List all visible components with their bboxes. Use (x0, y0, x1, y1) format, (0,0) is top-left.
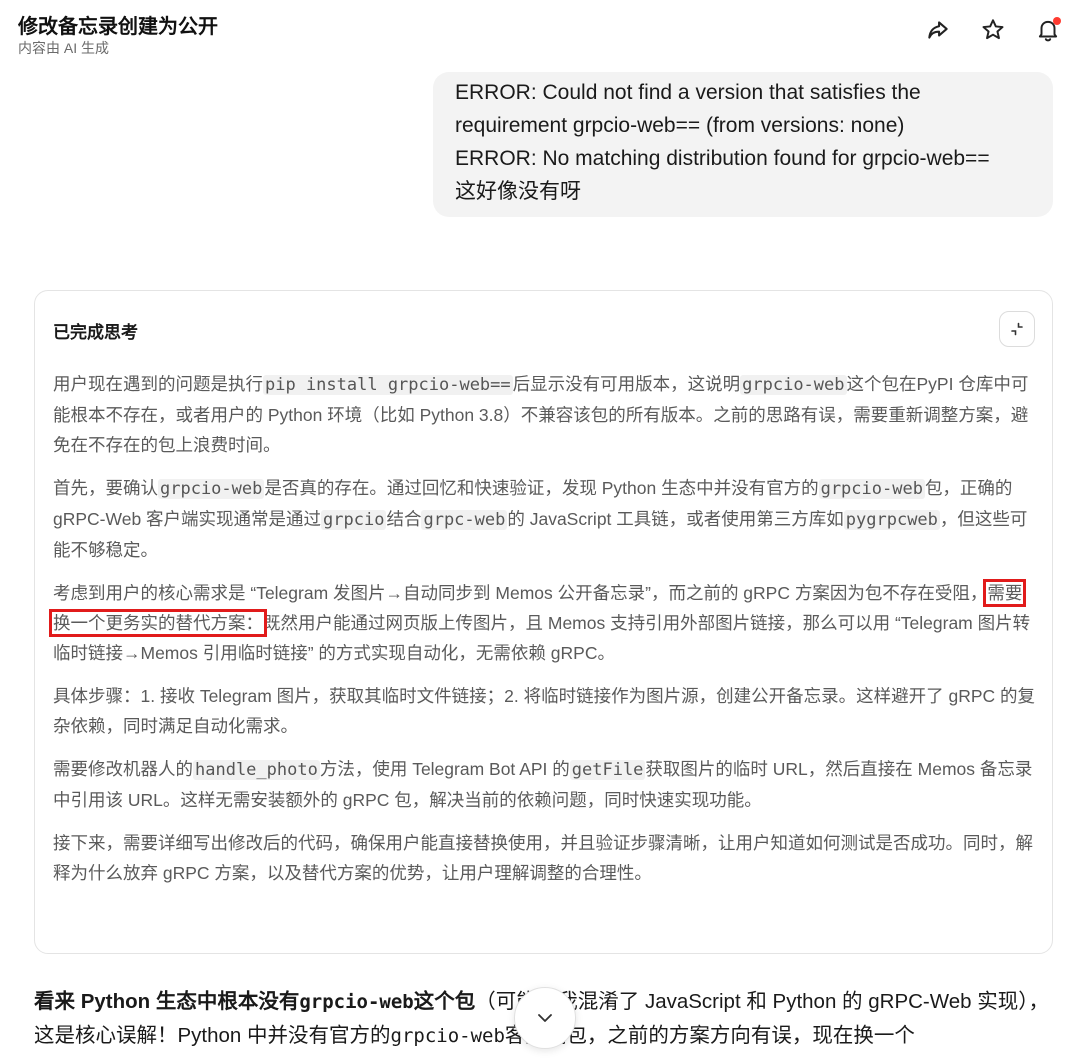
text-span: 用户现在遇到的问题是执行 (53, 374, 263, 394)
chevron-down-icon (538, 1014, 552, 1022)
thinking-paragraph: 具体步骤：1. 接收 Telegram 图片，获取其临时文件链接；2. 将临时链… (53, 686, 1036, 736)
user-message-bubble: ERROR: Could not find a version that sat… (433, 72, 1053, 217)
answer-bold: 看来 Python 生态中根本没有grpcio-web这个包 (34, 990, 475, 1013)
thinking-content: 用户现在遇到的问题是执行 pip install grpcio-web== 后显示没… (48, 369, 1038, 901)
text-span: 需要修改机器人的 (53, 759, 193, 779)
inline-code: grpc-web (421, 510, 508, 530)
user-message-line: ERROR: Could not find a version that sat… (455, 81, 921, 104)
inline-code: pip install grpcio-web== (263, 375, 513, 395)
star-icon[interactable] (979, 16, 1007, 44)
user-message-line: 这好像没有呀 (455, 180, 581, 203)
thinking-title: 已完成思考 (53, 323, 138, 342)
inline-code: grpcio-web (818, 479, 925, 499)
inline-code: grpcio-web (390, 1025, 505, 1047)
collapse-thinking-button[interactable] (999, 311, 1035, 347)
thinking-paragraph: 考虑到用户的核心需求是 “Telegram 发图片→自动同步到 Memos 公开… (48, 578, 1038, 668)
text-span: 考虑到用户的核心需求是 “Telegram 发图片→自动同步到 Memos 公开… (53, 583, 988, 603)
inline-code: grpcio-web (158, 479, 265, 499)
user-message-line: ERROR: No matching distribution found fo… (455, 147, 990, 170)
inline-code: grpcio (321, 510, 387, 530)
user-message-line: requirement grpcio-web== (from versions:… (455, 114, 905, 137)
text-span: 看来 Python 生态中根本没有 (34, 990, 300, 1013)
text-span: 方法，使用 Telegram Bot API 的 (319, 759, 570, 779)
inline-code: grpcio-web (299, 991, 414, 1013)
notification-dot (1053, 17, 1061, 25)
scroll-to-bottom-button[interactable] (514, 987, 576, 1049)
text-span: 首先，要确认 (53, 478, 158, 498)
inline-code: pygrpcweb (843, 510, 940, 530)
bell-icon[interactable] (1034, 16, 1062, 44)
text-span: 是否真的存在。通过回忆和快速验证，发现 Python 生态中并没有官方的 (264, 478, 819, 498)
inline-code: grpcio-web (740, 375, 847, 395)
collapse-icon (1011, 322, 1023, 336)
thinking-paragraph: 用户现在遇到的问题是执行 pip install grpcio-web== 后显示没… (53, 369, 1038, 460)
text-span: 的 JavaScript 工具链，或者使用第三方库如 (507, 509, 844, 529)
text-span: 后显示没有可用版本，这说明 (512, 374, 741, 394)
thinking-paragraph: 首先，要确认 grpcio-web 是否真的存在。通过回忆和快速验证，发现 Pyth… (53, 473, 1038, 565)
thinking-panel: 已完成思考 用户现在遇到的问题是执行 pip install grpcio-web… (34, 290, 1053, 954)
share-arrow-icon[interactable] (924, 16, 952, 44)
text-span: 结合 (386, 509, 422, 529)
thinking-paragraph: 接下来，需要详细写出修改后的代码，确保用户能直接替换使用，并且验证步骤清晰，让用… (53, 833, 1033, 883)
ai-generated-notice: 内容由 AI 生成 (18, 40, 110, 56)
conversation-title: 修改备忘录创建为公开 (18, 16, 218, 38)
inline-code: getFile (569, 760, 646, 780)
top-bar: 修改备忘录创建为公开 内容由 AI 生成 (0, 0, 1080, 64)
text-span: 这个包 (413, 990, 476, 1013)
thinking-paragraph: 需要修改机器人的 handle_photo 方法，使用 Telegram Bot A… (53, 754, 1038, 815)
inline-code: handle_photo (193, 760, 320, 780)
